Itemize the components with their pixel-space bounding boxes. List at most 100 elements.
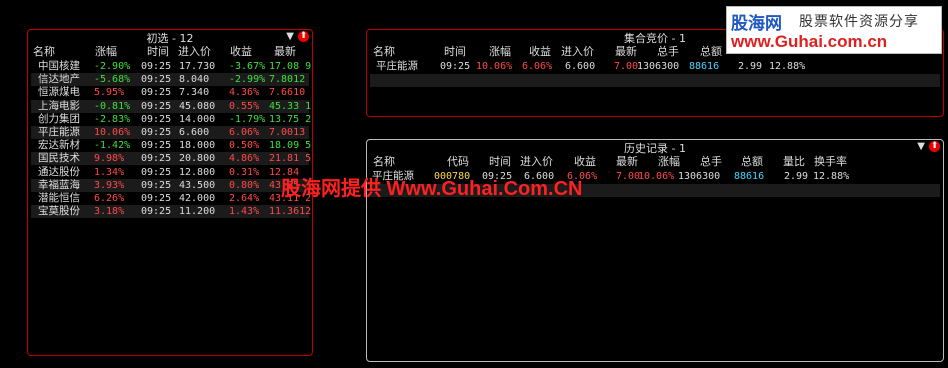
column-header: 涨幅 bbox=[489, 45, 511, 58]
column-header: 时间 bbox=[147, 45, 169, 58]
profit-pct: 4.86% bbox=[229, 153, 260, 165]
table-row[interactable]: 信达地产 -5.68% 09:25 8.040 -2.99% 7.8012 bbox=[31, 73, 309, 87]
latest-price: 7.0013 bbox=[269, 127, 306, 138]
column-header: 名称 bbox=[373, 155, 395, 168]
profit-pct: 4.36% bbox=[229, 87, 260, 99]
watchlist-controls: ▼ ⬆ bbox=[286, 31, 309, 43]
column-header: 收益 bbox=[529, 45, 551, 58]
table-row[interactable]: 上海电影 -0.81% 09:25 45.080 0.55% 45.33 1 bbox=[31, 99, 311, 113]
table-row[interactable]: 幸福蓝海 3.93% 09:25 43.500 0.80% 43.85 bbox=[31, 178, 309, 192]
entry-price: 6.600 bbox=[179, 127, 210, 138]
profit-pct: 0.55% bbox=[229, 100, 260, 112]
stock-name: 创力集团 bbox=[38, 112, 80, 125]
column-header: 收益 bbox=[574, 155, 596, 168]
dropdown-icon[interactable]: ▼ bbox=[917, 141, 925, 153]
stock-name: 幸福蓝海 bbox=[38, 178, 80, 191]
column-header: 进入价 bbox=[520, 155, 553, 168]
arrow-up-icon[interactable]: ⬆ bbox=[929, 141, 940, 152]
entry-price: 11.200 bbox=[179, 206, 216, 218]
profit-pct: -1.79% bbox=[229, 113, 266, 125]
site-logo: 股海网 股票软件资源分享 www.Guhai.com.cn bbox=[726, 6, 942, 54]
volume: 1306300 bbox=[637, 61, 680, 72]
entry-price: 12.800 bbox=[179, 166, 216, 178]
amount: 88616 bbox=[734, 171, 765, 182]
entry-price: 20.800 bbox=[179, 153, 216, 165]
profit-pct: 0.80% bbox=[229, 179, 260, 191]
latest-price: 11.3612 bbox=[269, 206, 312, 218]
table-row[interactable]: 通达股份 1.34% 09:25 12.800 0.31% 12.84 bbox=[31, 166, 309, 179]
watermark-text: 股海网提供 Www.Guhai.Com.CN bbox=[281, 178, 583, 200]
change-pct: 5.95% bbox=[94, 87, 125, 99]
table-row[interactable]: 国民技术 9.98% 09:25 20.800 4.86% 21.81 5 bbox=[31, 152, 312, 166]
column-header: 总额 bbox=[700, 45, 722, 58]
column-header: 换手率 bbox=[814, 155, 847, 168]
logo-url: www.Guhai.com.cn bbox=[731, 32, 888, 51]
time: 09:25 bbox=[440, 61, 471, 72]
table-row[interactable]: 恒源煤电 5.95% 09:25 7.340 4.36% 7.6610 bbox=[31, 86, 309, 99]
stock-name: 信达地产 bbox=[38, 73, 80, 86]
table-row[interactable]: 潜能恒信 6.26% 09:25 42.000 2.64% 43.11 2 bbox=[31, 192, 311, 205]
history-header: 名称 代码 时间 进入价 收益 最新 涨幅 总手 总额 量比 换手率 bbox=[369, 155, 941, 169]
stock-name: 平庄能源 bbox=[376, 60, 418, 72]
latest-price: 7.6610 bbox=[269, 87, 306, 99]
profit-pct: 2.64% bbox=[229, 193, 260, 204]
stock-name: 宏达新材 bbox=[38, 139, 80, 152]
volume-ratio: 2.99 bbox=[784, 171, 809, 182]
table-row[interactable]: 中国核建 -2.90% 09:25 17.730 -3.67% 17.08 9 bbox=[31, 60, 311, 73]
change-pct: 1.34% bbox=[94, 166, 125, 178]
profit-pct: 6.06% bbox=[229, 127, 260, 138]
time: 09:25 bbox=[141, 206, 172, 218]
table-row[interactable]: 宝莫股份 3.18% 09:25 11.200 1.43% 11.3612 bbox=[31, 205, 312, 219]
profit-pct: -3.67% bbox=[229, 61, 266, 72]
profit-pct: -2.99% bbox=[229, 74, 266, 86]
change-pct: 10.06% bbox=[638, 171, 675, 182]
table-row[interactable]: 平庄能源 10.06% 09:25 6.600 6.06% 7.0013 bbox=[31, 126, 309, 139]
time: 09:25 bbox=[141, 61, 172, 72]
change-pct: -5.68% bbox=[94, 74, 131, 86]
table-row[interactable]: 平庄能源 09:25 10.06% 6.06% 6.600 7.00 1306300 8861… bbox=[370, 60, 940, 73]
change-pct: 10.06% bbox=[94, 127, 131, 138]
column-header: 收益 bbox=[230, 45, 252, 58]
stock-name: 中国核建 bbox=[38, 60, 80, 72]
time: 09:25 bbox=[141, 153, 172, 165]
history-controls: ▼ ⬆ bbox=[917, 141, 940, 153]
change-pct: -2.83% bbox=[94, 113, 131, 125]
column-header: 涨幅 bbox=[658, 155, 680, 168]
latest-price: 18.09 5 bbox=[269, 140, 312, 152]
watchlist-panel: 初选 - 12 ▼ ⬆ 名称 涨幅 时间 进入价 收益 最新 中国核建 -2.90% 09:2… bbox=[27, 29, 313, 356]
dropdown-icon[interactable]: ▼ bbox=[286, 31, 294, 43]
time: 09:25 bbox=[141, 127, 172, 138]
time: 09:25 bbox=[141, 179, 172, 191]
change-pct: 6.26% bbox=[94, 193, 125, 204]
amount: 88616 bbox=[689, 61, 720, 72]
time: 09:25 bbox=[141, 166, 172, 178]
column-header: 代码 bbox=[447, 155, 469, 168]
turnover-rate: 12.88% bbox=[769, 61, 806, 72]
change-pct: 3.18% bbox=[94, 206, 125, 218]
time: 09:25 bbox=[141, 74, 172, 86]
time: 09:25 bbox=[141, 140, 172, 152]
arrow-up-icon[interactable]: ⬆ bbox=[298, 31, 309, 42]
time: 09:25 bbox=[141, 193, 172, 204]
column-header: 进入价 bbox=[561, 45, 594, 58]
latest-price: 7.00 bbox=[614, 61, 639, 72]
table-row[interactable]: 宏达新材 -1.42% 09:25 18.000 0.50% 18.09 5 bbox=[31, 139, 312, 152]
time: 09:25 bbox=[141, 100, 172, 112]
column-header: 时间 bbox=[444, 45, 466, 58]
stock-name: 上海电影 bbox=[38, 99, 80, 112]
change-pct: 3.93% bbox=[94, 179, 125, 191]
change-pct: 9.98% bbox=[94, 153, 125, 165]
latest-price: 7.00 bbox=[616, 171, 641, 182]
change-pct: -2.90% bbox=[94, 61, 131, 72]
column-header: 时间 bbox=[489, 155, 511, 168]
entry-price: 45.080 bbox=[179, 100, 216, 112]
table-row[interactable]: 创力集团 -2.83% 09:25 14.000 -1.79% 13.75 2 bbox=[31, 112, 311, 126]
column-header: 涨幅 bbox=[95, 45, 117, 58]
change-pct: 10.06% bbox=[476, 61, 513, 72]
entry-price: 17.730 bbox=[179, 61, 216, 72]
stock-name: 通达股份 bbox=[38, 165, 80, 178]
column-header: 量比 bbox=[783, 155, 805, 168]
latest-price: 21.81 5 bbox=[269, 153, 312, 165]
logo-slogan: 股票软件资源分享 bbox=[799, 14, 919, 30]
column-header: 最新 bbox=[274, 45, 296, 58]
